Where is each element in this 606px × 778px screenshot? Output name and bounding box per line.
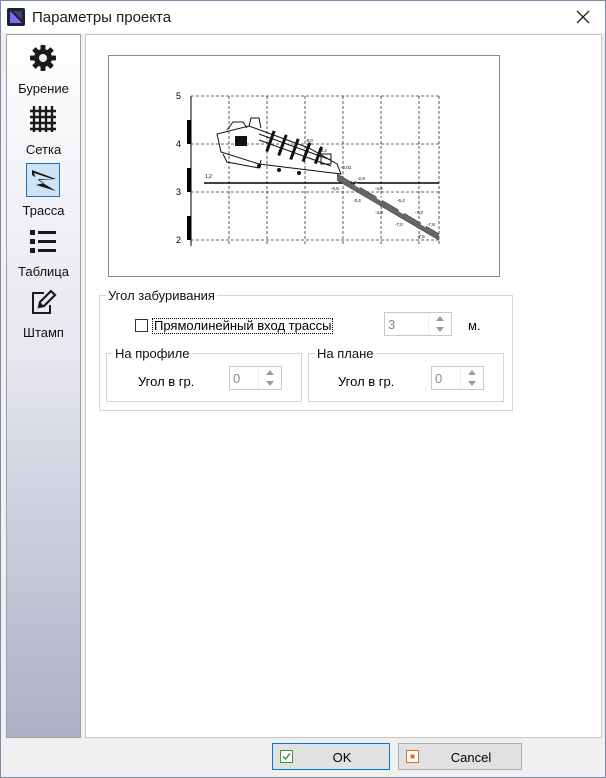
y-tick-label: 4 <box>176 139 181 149</box>
nav-icon-wrap <box>26 285 60 319</box>
sidebar-item-route[interactable]: Трасса <box>7 159 80 220</box>
title-bar: Параметры проекта <box>1 1 605 33</box>
annotation-label: 1,2 <box>205 174 212 180</box>
plan-angle-label: Угол в гр. <box>338 374 395 389</box>
spin-buttons <box>428 313 451 335</box>
nav-icon-wrap <box>26 102 60 136</box>
nav-icon-wrap <box>26 41 60 75</box>
spin-up-button[interactable] <box>461 367 483 378</box>
annotation-label: -6,4 <box>397 198 405 203</box>
profile-angle-label: Угол в гр. <box>138 374 195 389</box>
annotation-label: -8,0 <box>305 138 313 143</box>
sidebar-item-label: Трасса <box>22 203 65 218</box>
annotation-label: -7,5 <box>417 234 425 239</box>
spin-buttons <box>460 367 483 389</box>
annotation-label: -4,6 <box>375 186 383 191</box>
cancel-label: Cancel <box>450 750 492 765</box>
annotation-label: -1,0 <box>349 180 357 185</box>
plan-legend: На плане <box>317 346 374 361</box>
straight-entry-checkbox[interactable] <box>135 319 148 332</box>
project-parameters-dialog: Параметры проекта Бурение Сетка Трасса Т… <box>0 0 606 778</box>
route-settings-panel: 5 4 3 2 1,2 -0,01 -0,8 -1,0 -2,9 -3,4 -4… <box>85 34 602 738</box>
sidebar-item-grid[interactable]: Сетка <box>7 98 80 159</box>
drilling-rig-preview-drawing: 5 4 3 2 1,2 -0,01 -0,8 -1,0 -2,9 -3,4 -4… <box>176 91 440 246</box>
y-tick-label: 5 <box>176 91 181 101</box>
close-button[interactable] <box>561 1 605 33</box>
spin-down-button[interactable] <box>461 378 483 389</box>
annotation-label: -0,8 <box>331 186 339 191</box>
sidebar-item-table[interactable]: Таблица <box>7 220 80 281</box>
window-title: Параметры проекта <box>32 9 172 26</box>
caret-up-icon <box>436 316 444 321</box>
dialog-button-bar: OK Cancel <box>1 738 605 777</box>
app-logo-icon <box>7 8 25 26</box>
route-icon <box>32 170 56 191</box>
category-sidebar: Бурение Сетка Трасса Таблица Штамп <box>6 34 81 738</box>
sidebar-item-label: Сетка <box>25 142 62 157</box>
plan-angle-spinbox[interactable]: 0 <box>431 366 484 390</box>
stamp-edit-icon <box>32 289 57 314</box>
list-icon <box>30 230 56 253</box>
plan-angle-value: 0 <box>435 371 443 386</box>
spin-buttons <box>258 367 281 389</box>
spin-up-button[interactable] <box>259 367 281 378</box>
caret-down-icon <box>436 327 444 332</box>
straight-entry-label[interactable]: Прямолинейный вход трассы <box>152 318 334 334</box>
sidebar-item-label: Штамп <box>23 325 64 340</box>
caret-up-icon <box>266 370 274 375</box>
entry-angle-legend: Угол забуривания <box>108 288 215 303</box>
spin-down-button[interactable] <box>429 324 451 335</box>
entry-length-spinbox[interactable]: 3 <box>384 312 452 336</box>
entry-length-value: 3 <box>388 317 396 332</box>
close-icon <box>576 10 590 24</box>
caret-up-icon <box>468 370 476 375</box>
profile-legend: На профиле <box>115 346 190 361</box>
annotation-label: -2,9 <box>357 176 365 181</box>
cancel-button[interactable]: Cancel <box>398 743 522 770</box>
sidebar-item-drilling[interactable]: Бурение <box>7 37 80 98</box>
route-preview-image: 5 4 3 2 1,2 -0,01 -0,8 -1,0 -2,9 -3,4 -4… <box>108 55 500 277</box>
profile-angle-value: 0 <box>233 371 241 386</box>
annotation-label: -8,2 <box>319 148 327 153</box>
annotation-label: -7,3 <box>415 210 423 215</box>
annotation-label: -0,01 <box>341 165 352 170</box>
annotation-label: -4,9 <box>375 210 383 215</box>
annotation-label: -7,8 <box>427 222 435 227</box>
nav-icon-wrap <box>26 224 60 258</box>
nav-icon-wrap-selected <box>26 163 60 197</box>
y-tick-label: 3 <box>176 187 181 197</box>
profile-angle-spinbox[interactable]: 0 <box>229 366 282 390</box>
y-tick-label: 2 <box>176 235 181 245</box>
annotation-label: -3,4 <box>353 198 361 203</box>
ok-button[interactable]: OK <box>272 743 390 770</box>
sidebar-item-stamp[interactable]: Штамп <box>7 281 80 342</box>
spin-down-button[interactable] <box>259 378 281 389</box>
grid-icon <box>30 106 56 132</box>
caret-down-icon <box>468 381 476 386</box>
caret-down-icon <box>266 381 274 386</box>
ok-check-icon <box>280 750 293 763</box>
entry-length-unit: м. <box>468 318 481 333</box>
ok-label: OK <box>332 750 352 765</box>
sidebar-item-label: Бурение <box>18 81 69 96</box>
annotation-label: -7,0 <box>395 222 403 227</box>
sidebar-item-label: Таблица <box>18 264 69 279</box>
cancel-icon <box>406 750 419 763</box>
spin-up-button[interactable] <box>429 313 451 324</box>
gear-icon <box>30 45 56 71</box>
